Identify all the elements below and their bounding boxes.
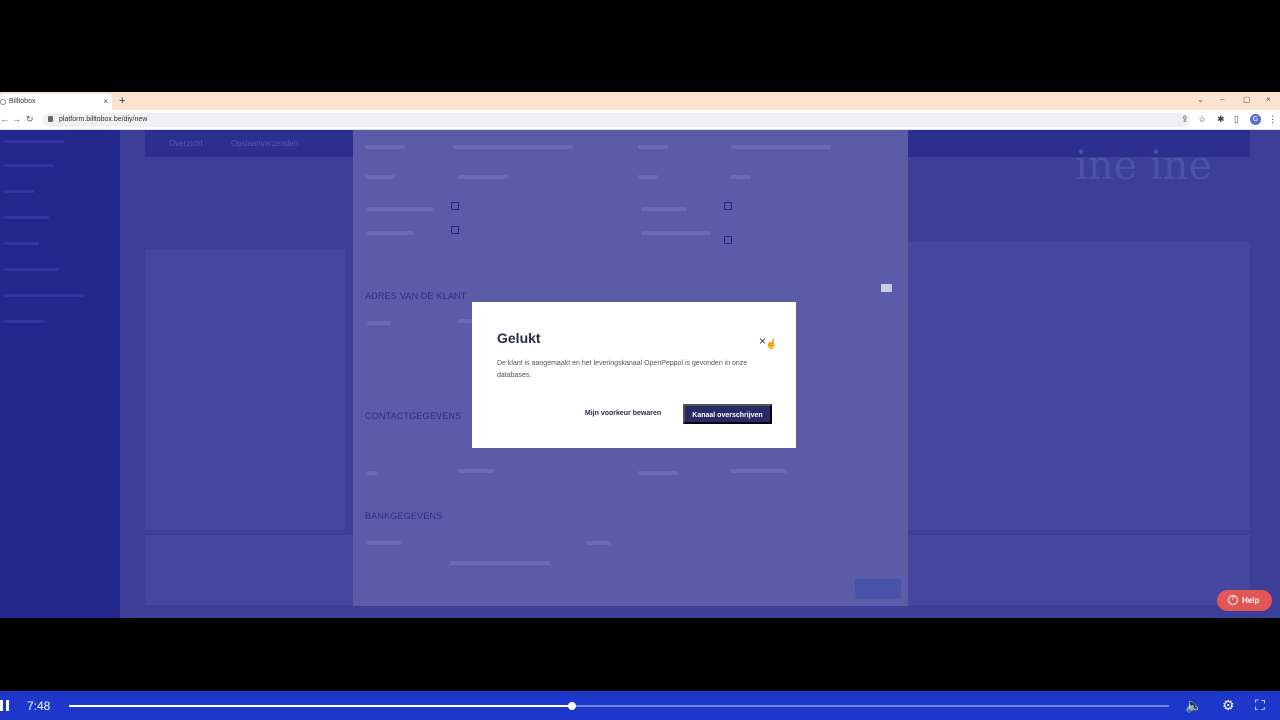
- checkbox-label: [641, 231, 711, 235]
- seek-handle[interactable]: [567, 702, 576, 710]
- checkbox[interactable]: [724, 236, 732, 244]
- success-modal: Gelukt × ☝ De klant is aangemaakt en het…: [472, 302, 796, 448]
- browser-tab[interactable]: Billtobox ×: [0, 94, 112, 110]
- checkbox-label: [367, 207, 433, 211]
- help-label: Help: [1242, 596, 1260, 605]
- tab-close-icon[interactable]: ×: [103, 97, 108, 106]
- current-time: 7:48: [27, 699, 51, 713]
- field-label: [638, 145, 668, 149]
- checkbox[interactable]: [451, 226, 459, 234]
- field-value: [731, 469, 787, 473]
- save-button[interactable]: [855, 579, 901, 599]
- field-value: [450, 561, 550, 565]
- field-value: [731, 175, 751, 179]
- tab-title: Billtobox: [9, 98, 36, 105]
- pause-icon[interactable]: [0, 700, 10, 711]
- browser-tab-strip: [0, 92, 1280, 110]
- lock-icon: [48, 116, 53, 122]
- window-close-icon[interactable]: ×: [1266, 95, 1271, 104]
- back-icon[interactable]: ←: [0, 114, 9, 124]
- sidebar-item: [4, 242, 39, 245]
- field-label: [365, 175, 395, 179]
- checkbox[interactable]: [451, 202, 459, 210]
- field-value: [458, 175, 508, 179]
- sidebar-item: [4, 190, 34, 193]
- section-contact-title: CONTACTGEGEVENS: [365, 411, 462, 421]
- panel-collapse-button[interactable]: [881, 284, 892, 292]
- field-label: [365, 145, 405, 149]
- minimize-icon[interactable]: –: [1220, 95, 1224, 104]
- maximize-icon[interactable]: ▢: [1243, 95, 1251, 104]
- favicon-icon: [0, 99, 6, 105]
- field-value: [731, 145, 831, 149]
- field-label: [638, 471, 678, 475]
- video-frame: Billtobox × + ⌄ – ▢ × ← → ↻ platform.bil…: [0, 0, 1280, 720]
- nav-item-overzicht[interactable]: Overzicht: [169, 139, 203, 148]
- checkbox[interactable]: [724, 202, 732, 210]
- sidebar-item: [4, 216, 49, 219]
- new-tab-button[interactable]: +: [119, 95, 125, 107]
- bg-card-left: [145, 250, 345, 530]
- sidebar-item: [4, 294, 84, 297]
- help-icon: ?: [1228, 595, 1238, 605]
- sidebar: [0, 130, 120, 618]
- help-button[interactable]: ? Help: [1217, 590, 1272, 611]
- profile-avatar[interactable]: G: [1250, 114, 1261, 125]
- fullscreen-icon[interactable]: ⛶: [1255, 697, 1265, 714]
- company-logo: ine ine: [1075, 143, 1213, 189]
- seek-bar-played: [69, 705, 572, 707]
- section-bank-title: BANKGEGEVENS: [365, 511, 443, 521]
- url-bar[interactable]: platform.billtobox.be/diy/new: [42, 113, 1190, 127]
- volume-icon[interactable]: 🔈: [1185, 697, 1202, 714]
- field-value: [458, 469, 494, 473]
- seek-bar[interactable]: [69, 702, 1169, 710]
- modal-title: Gelukt: [497, 330, 541, 346]
- field-value: [458, 319, 472, 323]
- extensions-icon[interactable]: ✱: [1217, 114, 1225, 125]
- video-player-bar: 7:48 🔈 ⚙ ⛶: [0, 691, 1280, 720]
- sidepanel-icon[interactable]: ▯: [1234, 114, 1239, 125]
- settings-gear-icon[interactable]: ⚙: [1222, 697, 1235, 714]
- bookmark-star-icon[interactable]: ☆: [1198, 114, 1206, 125]
- bg-card-right: [908, 242, 1250, 530]
- pointer-cursor-icon: ☝: [765, 339, 778, 350]
- browser-menu-icon[interactable]: ⋮: [1268, 114, 1277, 125]
- checkbox-label: [641, 207, 687, 211]
- sidebar-item: [4, 268, 59, 271]
- field-value: [453, 145, 573, 149]
- field-label: [367, 541, 401, 545]
- sidebar-item: [4, 164, 54, 167]
- keep-preference-button[interactable]: Mijn voorkeur bewaren: [576, 404, 670, 424]
- forward-icon[interactable]: →: [12, 114, 21, 124]
- nav-item-opslaan[interactable]: Opslaanverzenden: [231, 139, 298, 148]
- field-label: [367, 471, 377, 475]
- reload-icon[interactable]: ↻: [26, 114, 34, 125]
- overwrite-channel-button[interactable]: Kanaal overschrijven: [683, 404, 772, 424]
- sidebar-item: [4, 320, 44, 323]
- field-label: [367, 321, 391, 325]
- checkbox-label: [367, 231, 413, 235]
- sidebar-item: [4, 140, 64, 143]
- modal-message: De klant is aangemaakt en het leveringsk…: [497, 360, 748, 379]
- share-icon[interactable]: ⇪: [1181, 114, 1189, 125]
- field-label: [587, 541, 611, 545]
- section-address-title: ADRES VAN DE KLANT: [365, 291, 467, 301]
- field-label: [638, 175, 658, 179]
- tab-search-icon[interactable]: ⌄: [1197, 95, 1204, 104]
